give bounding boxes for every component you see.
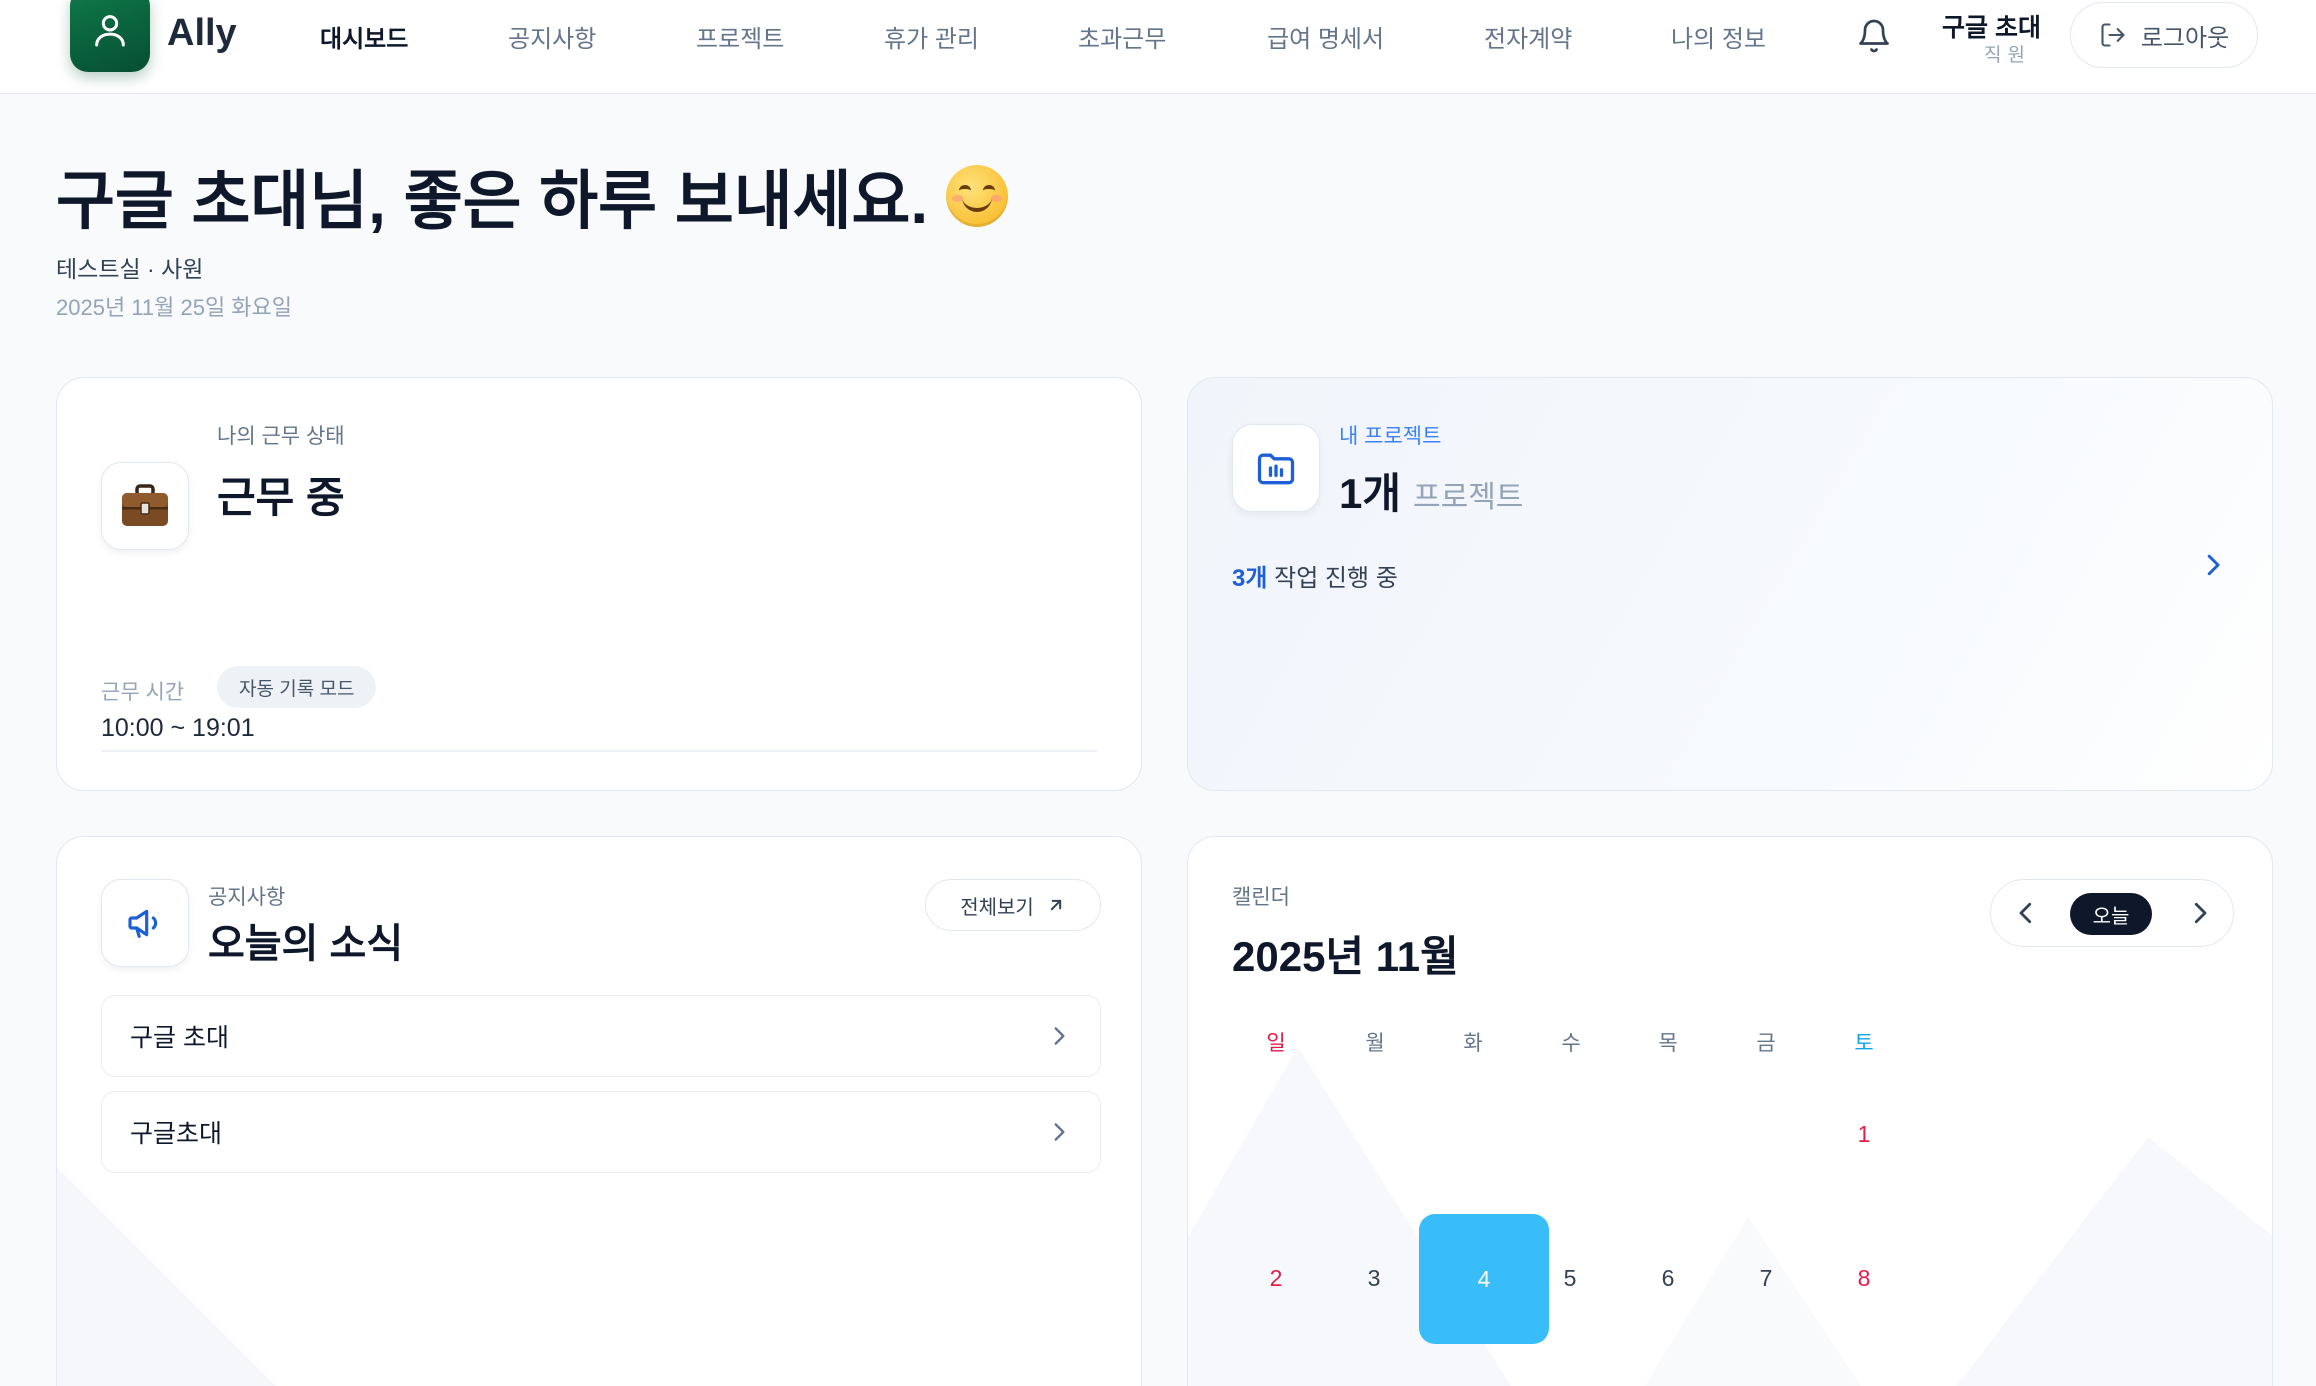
team-and-position: 테스트실 · 사원 bbox=[56, 256, 204, 282]
nav-my-info[interactable]: 나의 정보 bbox=[1671, 0, 1766, 72]
weekday-monday: 월 bbox=[1365, 1032, 1385, 1055]
nav-payslips[interactable]: 급여 명세서 bbox=[1267, 0, 1384, 72]
briefcase-icon bbox=[122, 484, 168, 526]
calendar-day[interactable]: 1 bbox=[1799, 1069, 1929, 1199]
work-status-card: 나의 근무 상태 근무 중 자동 기록 모드 근무 시간 10:00 ~ 19:… bbox=[56, 377, 1142, 791]
view-all-notices-button[interactable]: 전체보기 bbox=[925, 879, 1101, 931]
greeting-heading: 구글 초대님, 좋은 하루 보내세요. bbox=[56, 150, 1009, 242]
nav-dashboard[interactable]: 대시보드 bbox=[320, 0, 408, 72]
notices-card: 공지사항 오늘의 소식 전체보기 구글 초대 구글초대 bbox=[56, 836, 1142, 1386]
weekday-sunday: 일 bbox=[1266, 1032, 1286, 1055]
auto-record-mode-badge: 자동 기록 모드 bbox=[217, 666, 377, 708]
my-projects-card[interactable]: 내 프로젝트 1개 프로젝트 3개 작업 진행 중 bbox=[1187, 377, 2273, 791]
notice-item[interactable]: 구글초대 bbox=[101, 1091, 1101, 1173]
logout-label: 로그아웃 bbox=[2140, 24, 2230, 52]
tasks-text: 작업 진행 중 bbox=[1274, 565, 1398, 592]
today-button[interactable]: 오늘 bbox=[2070, 893, 2152, 935]
greeting-text: 구글 초대님, 좋은 하루 보내세요. bbox=[56, 165, 929, 237]
nav-e-contract[interactable]: 전자계약 bbox=[1484, 0, 1572, 72]
app-name: Ally bbox=[167, 12, 237, 54]
notice-item-title: 구글초대 bbox=[130, 1120, 223, 1148]
logout-icon bbox=[2101, 23, 2125, 47]
user-name: 구글 초대 bbox=[1942, 14, 2041, 42]
user-role: 직원 bbox=[1984, 45, 2031, 66]
weekday-saturday: 토 bbox=[1854, 1032, 1874, 1055]
weekday-wednesday: 수 bbox=[1561, 1032, 1581, 1055]
work-status-label: 나의 근무 상태 bbox=[217, 425, 345, 448]
notice-item[interactable]: 구글 초대 bbox=[101, 995, 1101, 1077]
card-divider bbox=[101, 750, 1097, 752]
work-hours-label: 근무 시간 bbox=[101, 681, 185, 704]
nav-overtime[interactable]: 초과근무 bbox=[1078, 0, 1166, 72]
my-projects-label: 내 프로젝트 bbox=[1339, 425, 1442, 448]
current-date: 2025년 11월 25일 화요일 bbox=[56, 295, 293, 320]
chevron-right-icon bbox=[1054, 1027, 1065, 1045]
notice-item-title: 구글 초대 bbox=[130, 1024, 229, 1052]
project-icon-tile bbox=[1232, 424, 1320, 512]
work-status-value: 근무 중 bbox=[217, 474, 345, 521]
calendar-navigation: 오늘 bbox=[1990, 879, 2234, 947]
view-all-label: 전체보기 bbox=[960, 896, 1034, 919]
tasks-count: 3개 bbox=[1232, 565, 1268, 592]
calendar-card: 캘린더 2025년 11월 오늘 일 월 화 수 목 금 토 1 2 3 4 5… bbox=[1187, 836, 2273, 1386]
logout-button[interactable]: 로그아웃 bbox=[2070, 2, 2258, 68]
user-icon bbox=[95, 15, 125, 47]
bell-icon[interactable] bbox=[1856, 16, 1892, 56]
nav-projects[interactable]: 프로젝트 bbox=[696, 0, 784, 72]
weekday-tuesday: 화 bbox=[1463, 1032, 1483, 1055]
chevron-left-icon[interactable] bbox=[2011, 898, 2041, 928]
chevron-right-icon bbox=[1054, 1123, 1065, 1141]
work-status-icon-tile bbox=[101, 462, 189, 550]
calendar-month-title: 2025년 11월 bbox=[1232, 933, 1459, 980]
project-count: 1개 bbox=[1339, 470, 1401, 517]
chevron-right-icon[interactable] bbox=[2185, 898, 2215, 928]
folder-chart-icon bbox=[1257, 453, 1295, 485]
nav-notices[interactable]: 공지사항 bbox=[508, 0, 596, 72]
project-count-unit: 프로젝트 bbox=[1413, 481, 1524, 514]
megaphone-icon bbox=[128, 909, 158, 938]
weekday-thursday: 목 bbox=[1658, 1032, 1678, 1055]
notice-section-title: 오늘의 소식 bbox=[208, 922, 404, 966]
work-hours-value: 10:00 ~ 19:01 bbox=[101, 714, 255, 742]
calendar-day[interactable]: 8 bbox=[1799, 1213, 1929, 1343]
tasks-in-progress: 3개 작업 진행 중 bbox=[1232, 558, 1398, 593]
notice-icon-tile bbox=[101, 879, 189, 967]
notice-section-label: 공지사항 bbox=[208, 886, 286, 909]
smiling-face-icon bbox=[946, 165, 1009, 227]
arrow-up-right-icon bbox=[1050, 899, 1061, 911]
nav-leave-management[interactable]: 휴가 관리 bbox=[884, 0, 979, 72]
chevron-right-icon[interactable] bbox=[2198, 550, 2228, 580]
calendar-label: 캘린더 bbox=[1232, 886, 1290, 909]
app-logo[interactable] bbox=[70, 0, 150, 72]
top-navigation-bar: Ally 대시보드 공지사항 프로젝트 휴가 관리 초과근무 급여 명세서 전자… bbox=[0, 0, 2316, 94]
weekday-friday: 금 bbox=[1756, 1032, 1776, 1055]
